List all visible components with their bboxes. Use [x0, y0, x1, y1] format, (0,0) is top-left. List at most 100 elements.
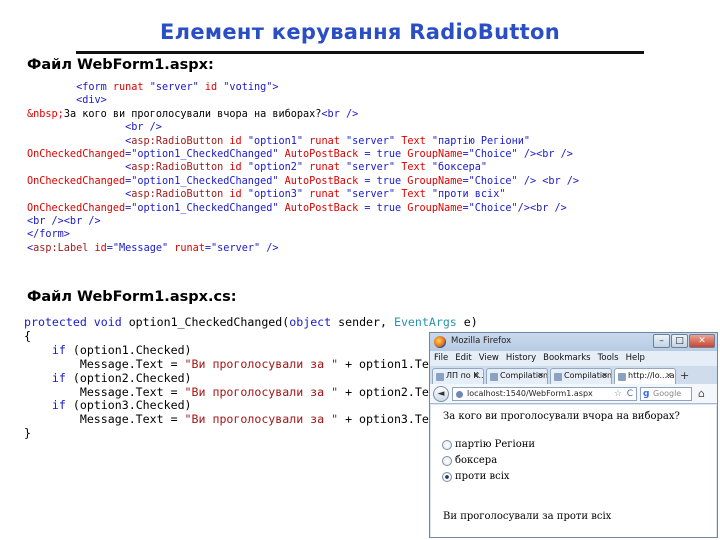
- code-token: OnCheckedChanged: [27, 149, 126, 161]
- section-label-aspx: Файл WebForm1.aspx:: [27, 57, 214, 73]
- tab-3[interactable]: Compilation... ✕: [550, 368, 612, 384]
- cs-code-block: protected void option1_CheckedChanged(ob…: [24, 315, 478, 441]
- reload-icon[interactable]: C: [627, 388, 633, 400]
- code-line: protected void option1_CheckedChanged(ob…: [24, 315, 478, 330]
- new-tab-button[interactable]: +: [680, 369, 689, 382]
- window-title: Mozilla Firefox: [451, 336, 512, 346]
- code-token: EventArgs: [393, 315, 464, 329]
- radio-option-3[interactable]: проти всіх: [442, 471, 510, 482]
- section-label-cs: Файл WebForm1.aspx.cs:: [27, 289, 237, 305]
- code-token: option1_CheckedChanged(: [128, 315, 290, 329]
- code-token: asp:RadioButton: [131, 189, 230, 201]
- menu-view[interactable]: View: [479, 351, 499, 366]
- menu-help[interactable]: Help: [626, 351, 645, 366]
- close-button[interactable]: ✕: [689, 334, 715, 348]
- result-message: Ви проголосували за проти всіх: [443, 511, 612, 522]
- menu-edit[interactable]: Edit: [455, 351, 471, 366]
- code-token: </form>: [27, 229, 70, 241]
- back-button[interactable]: ◄: [433, 386, 449, 402]
- tab-close-icon[interactable]: ✕: [665, 369, 672, 383]
- code-token: object: [289, 315, 339, 329]
- tab-close-icon[interactable]: ✕: [473, 369, 480, 383]
- url-bar[interactable]: localhost:1540/WebForm1.aspx ☆ C: [452, 387, 637, 401]
- code-token: id: [229, 189, 248, 201]
- code-token: runat: [174, 242, 205, 254]
- code-token: asp:Label: [33, 242, 95, 254]
- tab-close-icon[interactable]: ✕: [537, 369, 544, 383]
- tab-4-active[interactable]: http://lo....aspx ✕: [614, 368, 676, 384]
- code-token: runat: [309, 135, 346, 147]
- code-line: OnCheckedChanged="option1_CheckedChanged…: [27, 175, 579, 188]
- radio-label: проти всіх: [455, 471, 510, 482]
- code-token: "Ви проголосували за ": [184, 356, 346, 371]
- code-token: Text: [401, 162, 432, 174]
- code-token: runat: [112, 82, 150, 93]
- code-line: }: [24, 426, 478, 441]
- code-token: runat: [309, 189, 346, 201]
- code-token: if: [24, 342, 73, 357]
- code-token: <: [27, 189, 132, 201]
- code-token: "server": [345, 189, 402, 201]
- code-token: Message.Text =: [24, 356, 185, 371]
- code-token: "Ви проголосували за ": [184, 412, 346, 427]
- radio-option-1[interactable]: партію Регіони: [442, 439, 535, 450]
- code-line: <asp:RadioButton id "option3" runat "ser…: [27, 188, 579, 201]
- radio-button[interactable]: [442, 471, 452, 482]
- aspx-code-block: <form runat "server" id "voting"> <div> &…: [27, 81, 579, 255]
- code-token: "проти всіх": [431, 189, 506, 201]
- home-icon[interactable]: ⌂: [698, 387, 705, 400]
- code-line: Message.Text = "Ви проголосували за " + …: [24, 412, 478, 427]
- code-line: <div>: [27, 94, 579, 107]
- page-icon: [490, 373, 498, 381]
- code-line: if (option1.Checked): [24, 342, 478, 358]
- radio-button[interactable]: [442, 455, 452, 466]
- code-token: sender,: [338, 315, 394, 329]
- code-token: "voting">: [223, 82, 279, 93]
- code-line: <br />: [27, 121, 579, 134]
- code-token: ="Message": [106, 242, 175, 254]
- browser-window: Mozilla Firefox – □ ✕ File Edit View His…: [429, 332, 718, 538]
- search-placeholder: Google: [653, 389, 682, 398]
- star-icon[interactable]: ☆: [614, 388, 622, 400]
- code-token: = true: [364, 175, 408, 187]
- code-token: OnCheckedChanged: [27, 202, 126, 214]
- radio-option-2[interactable]: боксера: [442, 455, 497, 466]
- code-token: "server": [345, 135, 402, 147]
- code-token: id: [204, 82, 224, 93]
- tab-bar: ЛП по K... ✕ Compilation... ✕ Compilatio…: [430, 366, 717, 384]
- code-line: OnCheckedChanged="option1_CheckedChanged…: [27, 148, 579, 161]
- code-token: e): [463, 315, 478, 329]
- code-line: <asp:RadioButton id "option1" runat "ser…: [27, 135, 579, 148]
- code-token: GroupName: [407, 202, 463, 214]
- code-token: &nbsp;: [27, 108, 64, 120]
- menu-file[interactable]: File: [434, 351, 448, 366]
- radio-button[interactable]: [442, 439, 452, 450]
- code-token: asp:RadioButton: [131, 162, 230, 174]
- code-token: "Ви проголосували за ": [184, 384, 346, 399]
- code-line: <asp:Label id="Message" runat="server" /…: [27, 242, 579, 255]
- maximize-button[interactable]: □: [671, 334, 688, 348]
- code-token: "партію Регіони": [431, 135, 530, 147]
- code-token: (option2.Checked): [72, 370, 192, 385]
- code-line: if (option2.Checked): [24, 370, 478, 386]
- code-token: = true: [364, 149, 408, 161]
- search-input[interactable]: g Google: [640, 387, 692, 401]
- window-titlebar[interactable]: Mozilla Firefox – □ ✕: [430, 333, 717, 351]
- code-token: "option3": [247, 189, 310, 201]
- menu-tools[interactable]: Tools: [598, 351, 619, 366]
- code-line: OnCheckedChanged="option1_CheckedChanged…: [27, 202, 579, 215]
- code-token: = true: [364, 202, 408, 214]
- code-token: OnCheckedChanged: [27, 175, 126, 187]
- code-token: <br />: [321, 108, 359, 120]
- tab-1[interactable]: ЛП по K... ✕: [432, 368, 484, 384]
- code-line: if (option3.Checked): [24, 398, 478, 413]
- menu-bookmarks[interactable]: Bookmarks: [543, 351, 591, 366]
- code-token: id: [229, 162, 248, 174]
- menu-history[interactable]: History: [506, 351, 536, 366]
- code-token: (option3.Checked): [72, 398, 192, 413]
- tab-close-icon[interactable]: ✕: [601, 369, 608, 383]
- code-token: <: [27, 162, 132, 174]
- code-token: Text: [401, 135, 432, 147]
- minimize-button[interactable]: –: [653, 334, 670, 348]
- tab-2[interactable]: Compilation... ✕: [486, 368, 548, 384]
